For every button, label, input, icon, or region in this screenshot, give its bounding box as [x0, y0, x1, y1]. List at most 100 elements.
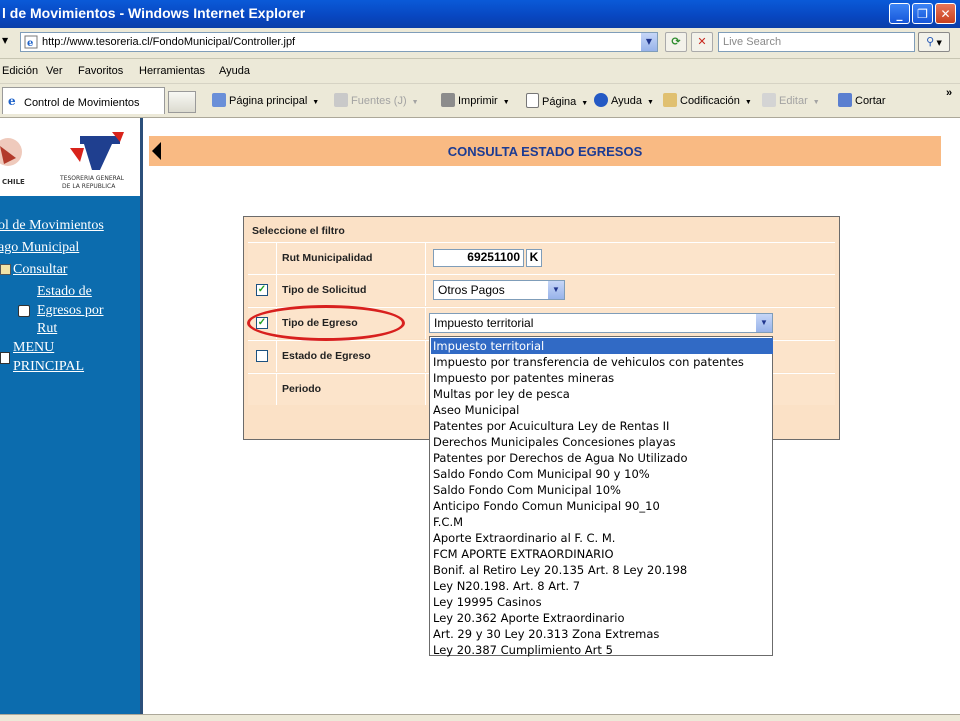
dropdown-option[interactable]: Patentes por Acuicultura Ley de Rentas I… — [431, 418, 773, 434]
dropdown-option[interactable]: Anticipo Fondo Comun Municipal 90_10 — [431, 498, 773, 514]
chevron-down-icon[interactable]: ▼ — [756, 314, 772, 332]
folder-icon — [0, 264, 11, 275]
dropdown-option[interactable]: Impuesto por transferencia de vehiculos … — [431, 354, 773, 370]
sidebar-link-estado-egresos-l2[interactable]: Egresos por — [37, 303, 104, 319]
back-dropdown-icon[interactable]: ▼ — [2, 36, 8, 45]
encoding-label: Codificación — [680, 95, 740, 107]
magnifier-icon: ⚲ — [926, 35, 935, 48]
highlight-circle — [247, 305, 405, 341]
refresh-icon[interactable]: ⟳ — [665, 32, 687, 52]
window-title: l de Movimientos - Windows Internet Expl… — [2, 5, 306, 21]
dropdown-option[interactable]: Patentes por Derechos de Agua No Utiliza… — [431, 450, 773, 466]
sidebar-link-menu-principal-l2[interactable]: PRINCIPAL — [13, 359, 84, 375]
sidebar: CHILE TESORERIA GENERAL DE LA REPUBLICA … — [0, 118, 140, 714]
sidebar-link-consultar[interactable]: Consultar — [13, 262, 67, 278]
url-field[interactable]: e http://www.tesoreria.cl/FondoMunicipal… — [20, 32, 658, 52]
dropdown-option[interactable]: Impuesto por patentes mineras — [431, 370, 773, 386]
menu-herramientas[interactable]: Herramientas — [139, 65, 205, 77]
dropdown-option[interactable]: Ley 20.362 Aporte Extraordinario — [431, 610, 773, 626]
dropdown-option[interactable]: Aseo Municipal — [431, 402, 773, 418]
dropdown-option[interactable]: Ley N20.198. Art. 8 Art. 7 — [431, 578, 773, 594]
page-label: Página — [542, 96, 577, 108]
page-header: CONSULTA ESTADO EGRESOS — [149, 136, 941, 166]
periodo-label: Periodo — [282, 383, 322, 395]
close-button[interactable]: ✕ — [935, 3, 956, 24]
cut-label: Cortar — [855, 95, 886, 107]
rut-label: Rut Municipalidad — [282, 252, 373, 264]
dropdown-option[interactable]: F.C.M — [431, 514, 773, 530]
tipo-solicitud-select[interactable]: Otros Pagos ▼ — [433, 280, 565, 300]
page-icon — [526, 93, 539, 108]
cut-button[interactable]: Cortar — [838, 93, 886, 107]
document-icon — [18, 305, 30, 317]
page-title: CONSULTA ESTADO EGRESOS — [447, 144, 643, 159]
home-icon — [212, 93, 226, 107]
menu-edicion[interactable]: Edición — [2, 65, 38, 77]
dropdown-option[interactable]: Aporte Extraordinario al F. C. M. — [431, 530, 773, 546]
dropdown-option[interactable]: Saldo Fondo Com Municipal 10% — [431, 482, 773, 498]
menu-favoritos[interactable]: Favoritos — [78, 65, 123, 77]
tipo-egreso-dropdown-list[interactable]: Impuesto territorial Impuesto por transf… — [429, 336, 773, 658]
url-text: http://www.tesoreria.cl/FondoMunicipal/C… — [42, 36, 296, 48]
dropdown-option[interactable]: FCM APORTE EXTRAORDINARIO — [431, 546, 773, 562]
scissors-icon — [838, 93, 852, 107]
tipo-egreso-value: Impuesto territorial — [434, 316, 534, 330]
dropdown-option[interactable]: Impuesto territorial — [431, 338, 773, 354]
stop-icon[interactable]: ✕ — [691, 32, 713, 52]
url-dropdown-icon[interactable]: ▼ — [641, 33, 657, 51]
dropdown-option[interactable]: Bonif. al Retiro Ley 20.135 Art. 8 Ley 2… — [431, 562, 773, 578]
dropdown-option[interactable]: Ley 20.387 Cumplimiento Art 5 — [431, 642, 773, 658]
maximize-button[interactable]: ❐ — [912, 3, 933, 24]
ie-page-icon: e — [24, 35, 38, 49]
minimize-button[interactable]: _ — [889, 3, 910, 24]
search-button[interactable]: ⚲ ▼ — [918, 32, 950, 52]
pencil-icon — [762, 93, 776, 107]
rut-dv-input[interactable]: K — [526, 249, 542, 267]
chevron-more-icon[interactable]: » — [946, 87, 952, 99]
home-button[interactable]: Página principal ▼ — [212, 93, 319, 107]
edit-label: Editar — [779, 95, 808, 107]
dropdown-option[interactable]: Art. 29 y 30 Ley 20.313 Zona Extremas — [431, 626, 773, 642]
tipo-solicitud-value: Otros Pagos — [438, 283, 505, 297]
svg-text:e: e — [27, 38, 33, 49]
feeds-button[interactable]: Fuentes (J) ▼ — [334, 93, 419, 107]
dropdown-option[interactable]: Saldo Fondo Com Municipal 90 y 10% — [431, 466, 773, 482]
encoding-button[interactable]: Codificación ▼ — [663, 93, 752, 107]
logo-org-line1: TESORERIA GENERAL — [60, 175, 124, 182]
estado-egreso-checkbox[interactable] — [256, 350, 268, 362]
rut-input[interactable]: 69251100 — [433, 249, 524, 267]
ie-tab-icon: e — [8, 94, 16, 106]
estado-egreso-label: Estado de Egreso — [282, 350, 371, 362]
address-bar: ▼ e http://www.tesoreria.cl/FondoMunicip… — [0, 28, 960, 59]
row-rut: Rut Municipalidad 69251100 K — [248, 242, 835, 274]
chevron-down-icon[interactable]: ▼ — [548, 281, 564, 299]
window-title-bar: l de Movimientos - Windows Internet Expl… — [0, 0, 960, 28]
feeds-icon — [334, 93, 348, 107]
menu-ver[interactable]: Ver — [46, 65, 63, 77]
edit-button[interactable]: Editar ▼ — [762, 93, 820, 107]
tipo-solicitud-label: Tipo de Solicitud — [282, 284, 367, 296]
menu-ayuda[interactable]: Ayuda — [219, 65, 250, 77]
encoding-icon — [663, 93, 677, 107]
page-content: CHILE TESORERIA GENERAL DE LA REPUBLICA … — [0, 118, 960, 714]
search-input[interactable]: Live Search — [718, 32, 915, 52]
tab-command-bar: e Control de Movimientos Página principa… — [0, 84, 960, 118]
dropdown-option[interactable]: Ley 19995 Casinos — [431, 594, 773, 610]
sidebar-link-pago-municipal[interactable]: ago Municipal — [0, 240, 79, 256]
help-button[interactable]: Ayuda ▼ — [594, 93, 654, 107]
dropdown-option[interactable]: Derechos Municipales Concesiones playas — [431, 434, 773, 450]
print-label: Imprimir — [458, 95, 498, 107]
home-label: Página principal — [229, 95, 308, 107]
sidebar-link-menu-principal-l1[interactable]: MENU — [13, 340, 54, 356]
help-label: Ayuda — [611, 95, 642, 107]
tipo-solicitud-checkbox[interactable]: ✓ — [256, 284, 268, 296]
tab-control-movimientos[interactable]: e Control de Movimientos — [2, 87, 165, 114]
new-tab-button[interactable] — [168, 91, 196, 113]
page-menu-button[interactable]: Página ▼ — [526, 93, 588, 108]
tipo-egreso-select[interactable]: Impuesto territorial ▼ — [429, 313, 773, 333]
sidebar-link-estado-egresos-l1[interactable]: Estado de — [37, 284, 92, 300]
sidebar-link-estado-egresos-l3[interactable]: Rut — [37, 321, 57, 337]
dropdown-option[interactable]: Multas por ley de pesca — [431, 386, 773, 402]
print-button[interactable]: Imprimir ▼ — [441, 93, 510, 107]
sidebar-link-control-movimientos[interactable]: ol de Movimientos — [0, 218, 104, 234]
